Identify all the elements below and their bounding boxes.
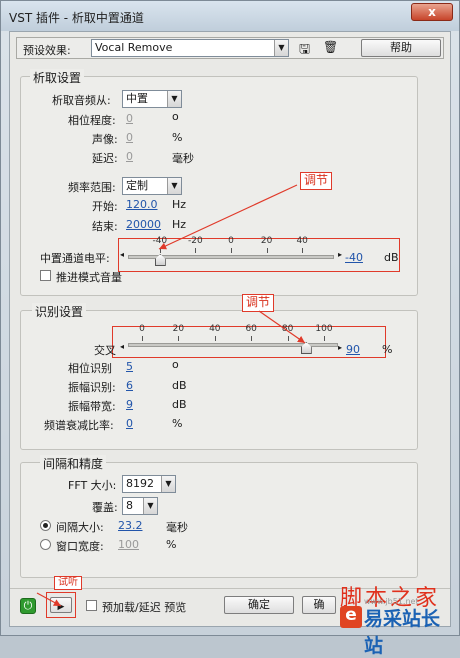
- play-arrow: [36, 592, 62, 607]
- crossover-arrow: [258, 310, 306, 344]
- annotation-arrows: [36, 184, 306, 607]
- level-arrow: [158, 184, 298, 250]
- plugin-window: VST 插件 - 析取中置通道 x 预设效果: Vocal Remove ▼ 🖫…: [0, 0, 460, 657]
